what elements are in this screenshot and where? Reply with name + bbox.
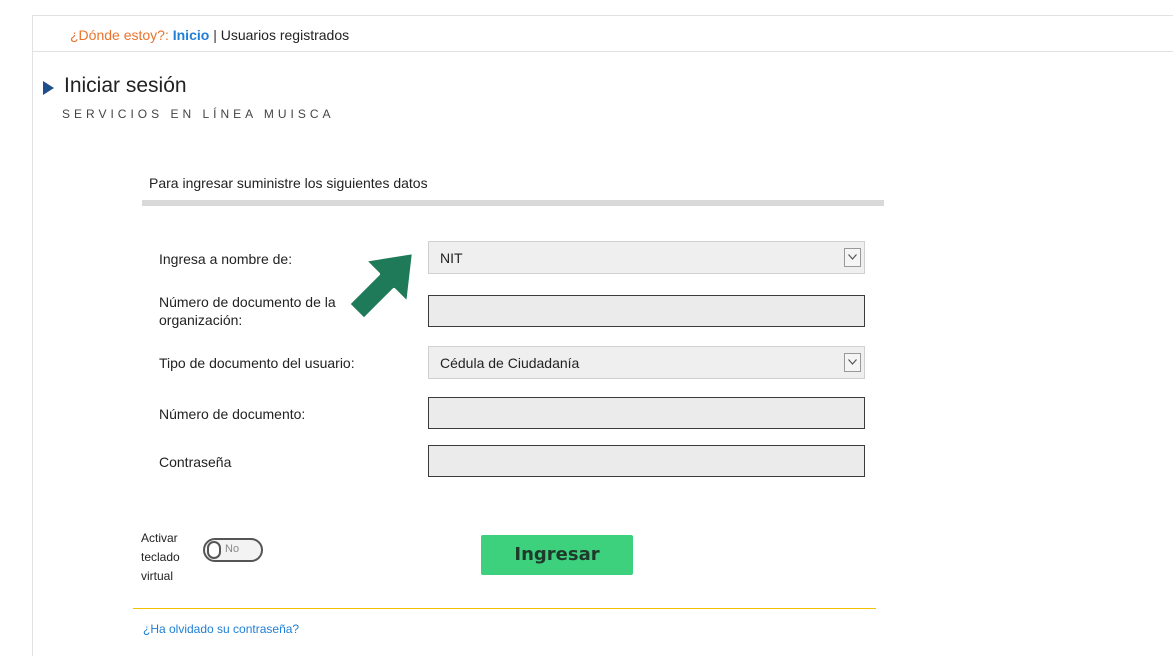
label-numero-doc-organizacion: Número de documento de la organización: (159, 294, 336, 328)
virtual-keyboard-label-line2: teclado (141, 550, 180, 564)
select-tipo-doc-usuario-value: Cédula de Ciudadanía (440, 355, 580, 371)
virtual-keyboard-label: Activar teclado virtual (141, 529, 180, 586)
form-instructions: Para ingresar suministre los siguientes … (149, 175, 428, 191)
select-tipo-doc-usuario[interactable]: Cédula de Ciudadanía (428, 346, 865, 379)
breadcrumb-current: Usuarios registrados (220, 27, 350, 43)
input-numero-doc-organizacion[interactable] (428, 295, 865, 327)
input-contrasena[interactable] (428, 445, 865, 477)
page-subtitle: SERVICIOS EN LÍNEA MUISCA (62, 107, 335, 121)
virtual-keyboard-label-line3: virtual (141, 569, 174, 583)
select-ingresa-nombre-value: NIT (440, 250, 463, 266)
pointer-arrow-icon (346, 250, 416, 322)
ingresar-button[interactable]: Ingresar (481, 535, 633, 575)
breadcrumb-prefix: ¿Dónde estoy?: (70, 27, 169, 43)
select-ingresa-nombre[interactable]: NIT (428, 241, 865, 274)
input-numero-documento[interactable] (428, 397, 865, 429)
label-contrasena: Contraseña (159, 454, 232, 470)
toggle-knob (207, 541, 221, 559)
footer-divider (133, 608, 876, 609)
label-tipo-doc-usuario: Tipo de documento del usuario: (159, 355, 355, 371)
chevron-down-icon[interactable] (844, 353, 861, 372)
title-arrow-icon (43, 81, 54, 95)
toggle-state-text: No (225, 543, 240, 555)
virtual-keyboard-toggle[interactable]: No (203, 538, 263, 562)
chevron-down-icon[interactable] (844, 248, 861, 267)
label-ingresa-nombre: Ingresa a nombre de: (159, 251, 293, 267)
breadcrumb-separator: | (213, 27, 217, 43)
virtual-keyboard-label-line1: Activar (141, 531, 178, 545)
breadcrumb: ¿Dónde estoy?: Inicio | Usuarios registr… (33, 16, 1173, 52)
forgot-password-link[interactable]: ¿Ha olvidado su contraseña? (143, 622, 299, 636)
label-numero-documento: Número de documento: (159, 406, 306, 422)
page-title: Iniciar sesión (64, 74, 187, 97)
breadcrumb-home-link[interactable]: Inicio (173, 27, 210, 43)
instructions-divider (142, 200, 884, 206)
